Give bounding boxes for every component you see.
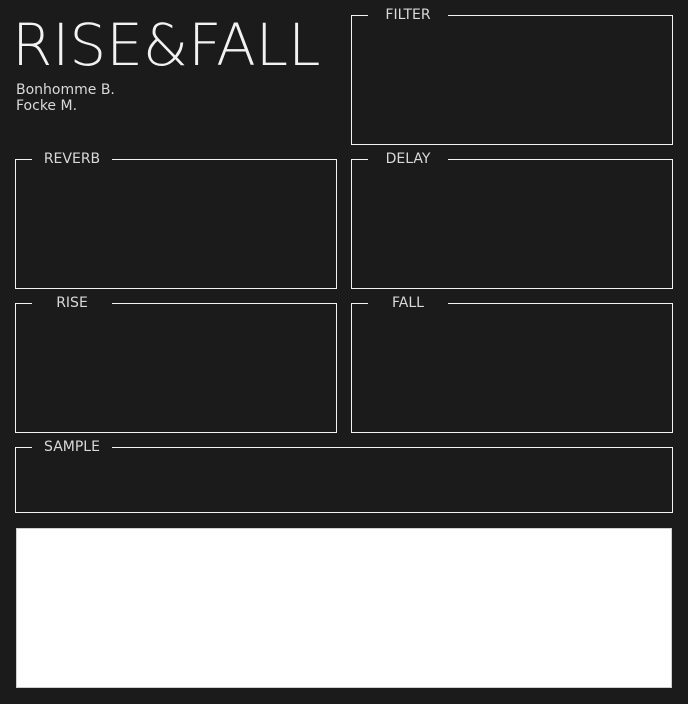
reverb-panel: REVERB xyxy=(15,151,337,289)
filter-panel-label: FILTER xyxy=(368,7,448,23)
sample-panel: SAMPLE xyxy=(15,439,673,513)
rise-panel-label: RISE xyxy=(32,295,112,311)
author-2: Focke M. xyxy=(16,98,78,114)
sample-panel-label: SAMPLE xyxy=(32,439,112,455)
rise-panel: RISE xyxy=(15,295,337,433)
fall-panel: FALL xyxy=(351,295,673,433)
authors: Bonhomme B. Focke M. xyxy=(16,82,115,114)
fall-panel-label: FALL xyxy=(368,295,448,311)
delay-panel-label: DELAY xyxy=(368,151,448,167)
filter-panel: FILTER xyxy=(351,7,673,145)
app-title: RISE&FALL xyxy=(12,11,321,79)
waveform-display[interactable] xyxy=(16,528,672,688)
reverb-panel-label: REVERB xyxy=(32,151,112,167)
author-1: Bonhomme B. xyxy=(16,82,115,98)
delay-panel: DELAY xyxy=(351,151,673,289)
